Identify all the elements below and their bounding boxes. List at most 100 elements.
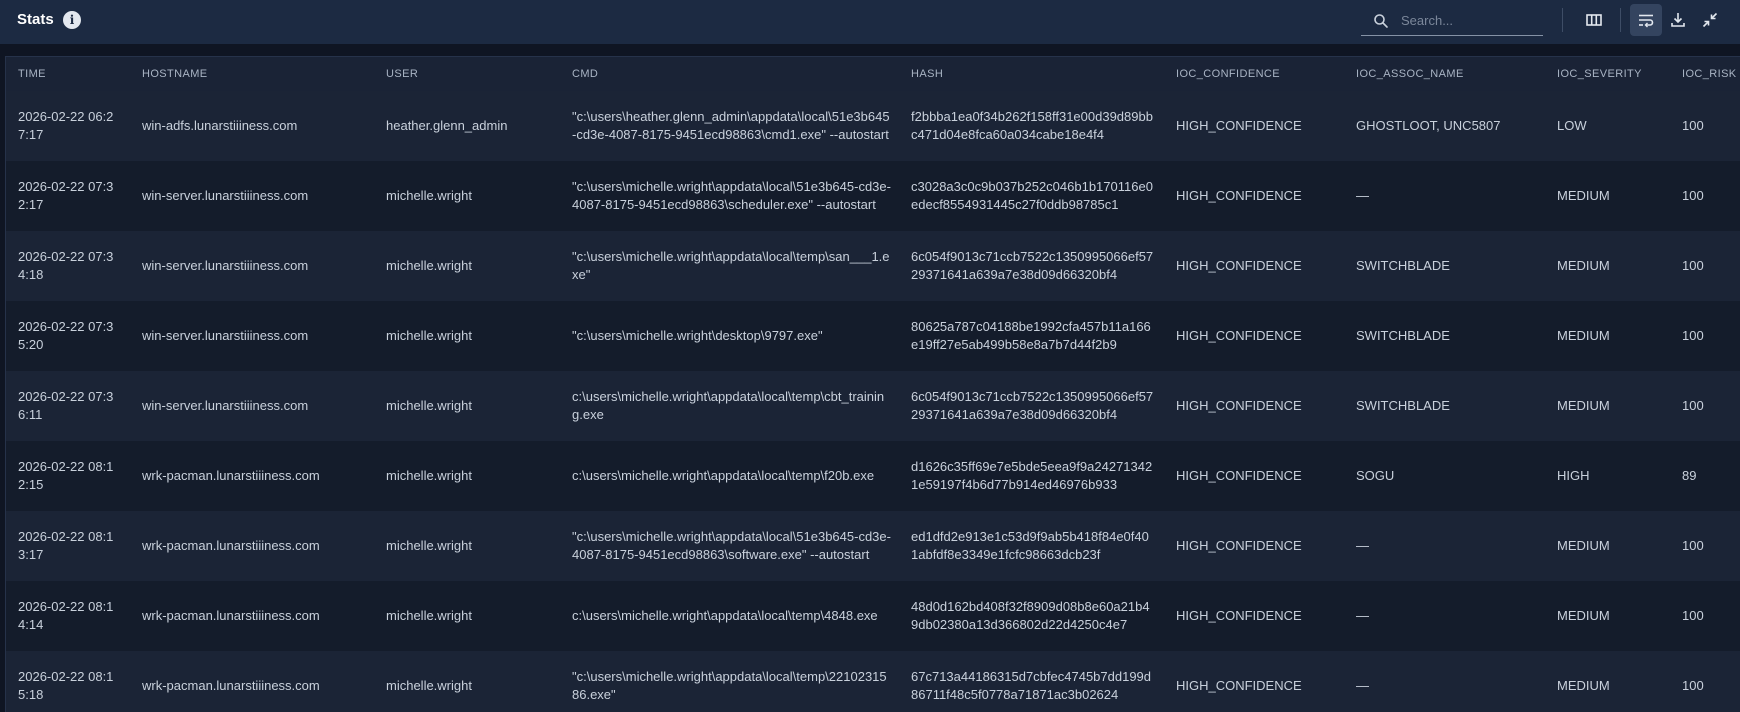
- column-header-hash[interactable]: HASH: [899, 57, 1164, 91]
- column-header-hostname[interactable]: HOSTNAME: [130, 57, 374, 91]
- cell-time: 2026-02-22 08:15:18: [18, 669, 114, 702]
- table-row[interactable]: 2026-02-22 07:32:17 win-server.lunarstiii…: [6, 161, 1740, 231]
- cell-ioc-severity: MEDIUM: [1557, 398, 1610, 413]
- cell-ioc-risk: 100: [1682, 538, 1704, 553]
- cell-hash: d1626c35ff69e7e5bde5eea9f9a242713421e591…: [911, 459, 1153, 492]
- column-header-cmd[interactable]: CMD: [560, 57, 899, 91]
- column-header-ioc-confidence[interactable]: IOC_CONFIDENCE: [1164, 57, 1344, 91]
- cell-cmd: "c:\users\michelle.wright\desktop\9797.e…: [572, 328, 823, 343]
- cell-user: michelle.wright: [386, 608, 472, 623]
- cell-user: heather.glenn_admin: [386, 118, 508, 133]
- cell-hostname: wrk-pacman.lunarstiiiness.com: [142, 608, 320, 623]
- cell-ioc-severity: LOW: [1557, 118, 1587, 133]
- cell-ioc-risk: 100: [1682, 118, 1704, 133]
- cell-user: michelle.wright: [386, 328, 472, 343]
- table-row[interactable]: 2026-02-22 08:15:18 wrk-pacman.lunarstiii…: [6, 651, 1740, 712]
- cell-ioc-assoc-name: SOGU: [1356, 468, 1395, 483]
- collapse-button[interactable]: [1694, 4, 1726, 36]
- cell-ioc-assoc-name: —: [1356, 608, 1369, 623]
- cell-time: 2026-02-22 08:12:15: [18, 459, 114, 492]
- columns-button[interactable]: [1578, 4, 1610, 36]
- cell-ioc-confidence: HIGH_CONFIDENCE: [1176, 538, 1302, 553]
- cell-hash: 6c054f9013c71ccb7522c1350995066ef5729371…: [911, 389, 1154, 422]
- cell-hostname: win-server.lunarstiiiness.com: [142, 398, 309, 413]
- cell-ioc-assoc-name: SWITCHBLADE: [1356, 328, 1450, 343]
- search-icon: [1374, 14, 1388, 28]
- cell-time: 2026-02-22 07:34:18: [18, 249, 114, 282]
- table-row[interactable]: 2026-02-22 08:13:17 wrk-pacman.lunarstiii…: [6, 511, 1740, 581]
- cell-hostname: wrk-pacman.lunarstiiiness.com: [142, 468, 320, 483]
- cell-hostname: win-server.lunarstiiiness.com: [142, 258, 309, 273]
- search-box[interactable]: [1361, 5, 1543, 36]
- table-row[interactable]: 2026-02-22 07:35:20 win-server.lunarstiii…: [6, 301, 1740, 371]
- cell-cmd: "c:\users\heather.glenn_admin\appdata\lo…: [572, 109, 890, 142]
- cell-hash: 67c713a44186315d7cbfec4745b7dd199d86711f…: [911, 669, 1152, 702]
- wrap-text-button[interactable]: [1630, 4, 1662, 36]
- cell-hostname: wrk-pacman.lunarstiiiness.com: [142, 538, 320, 553]
- cell-ioc-risk: 100: [1682, 608, 1704, 623]
- cell-ioc-risk: 100: [1682, 398, 1704, 413]
- cell-cmd: c:\users\michelle.wright\appdata\local\t…: [572, 389, 885, 422]
- cell-hostname: win-server.lunarstiiiness.com: [142, 328, 309, 343]
- stats-header: Stats i: [0, 0, 1740, 44]
- cell-hash: c3028a3c0c9b037b252c046b1b170116e0edecf8…: [911, 179, 1153, 212]
- cell-cmd: "c:\users\michelle.wright\appdata\local\…: [572, 529, 891, 562]
- cell-hash: f2bbba1ea0f34b262f158ff31e00d39d89bbc471…: [911, 109, 1153, 142]
- cell-cmd: c:\users\michelle.wright\appdata\local\t…: [572, 468, 875, 483]
- cell-user: michelle.wright: [386, 188, 472, 203]
- columns-icon: [1586, 14, 1602, 26]
- cell-user: michelle.wright: [386, 678, 472, 693]
- table-row[interactable]: 2026-02-22 07:34:18 win-server.lunarstiii…: [6, 231, 1740, 301]
- cell-ioc-assoc-name: —: [1356, 678, 1369, 693]
- cell-cmd: "c:\users\michelle.wright\appdata\local\…: [572, 179, 891, 212]
- table-header-row: TIME HOSTNAME USER CMD HASH IOC_CONFIDEN…: [6, 57, 1740, 91]
- cell-ioc-assoc-name: SWITCHBLADE: [1356, 398, 1450, 413]
- cell-time: 2026-02-22 08:14:14: [18, 599, 114, 632]
- cell-time: 2026-02-22 07:36:11: [18, 389, 114, 422]
- cell-hash: ed1dfd2e913e1c53d9f9ab5b418f84e0f401abfd…: [911, 529, 1149, 562]
- cell-ioc-severity: MEDIUM: [1557, 328, 1610, 343]
- info-icon[interactable]: i: [63, 11, 81, 29]
- cell-ioc-risk: 100: [1682, 258, 1704, 273]
- toolbar-divider: [1562, 8, 1563, 32]
- cell-ioc-risk: 100: [1682, 188, 1704, 203]
- download-icon: [1671, 13, 1685, 27]
- table-row[interactable]: 2026-02-22 07:36:11 win-server.lunarstiii…: [6, 371, 1740, 441]
- table-row[interactable]: 2026-02-22 08:12:15 wrk-pacman.lunarstiii…: [6, 441, 1740, 511]
- cell-ioc-assoc-name: SWITCHBLADE: [1356, 258, 1450, 273]
- table-row[interactable]: 2026-02-22 08:14:14 wrk-pacman.lunarstiii…: [6, 581, 1740, 651]
- stats-table: TIME HOSTNAME USER CMD HASH IOC_CONFIDEN…: [6, 57, 1740, 712]
- cell-ioc-confidence: HIGH_CONFIDENCE: [1176, 118, 1302, 133]
- stats-table-panel[interactable]: TIME HOSTNAME USER CMD HASH IOC_CONFIDEN…: [5, 56, 1740, 712]
- cell-user: michelle.wright: [386, 538, 472, 553]
- cell-ioc-risk: 100: [1682, 328, 1704, 343]
- collapse-icon: [1702, 12, 1718, 28]
- cell-ioc-risk: 100: [1682, 678, 1704, 693]
- column-header-ioc-assoc-name[interactable]: IOC_ASSOC_NAME: [1344, 57, 1545, 91]
- cell-cmd: "c:\users\michelle.wright\appdata\local\…: [572, 669, 887, 702]
- cell-ioc-confidence: HIGH_CONFIDENCE: [1176, 678, 1302, 693]
- table-row[interactable]: 2026-02-22 06:27:17 win-adfs.lunarstiiine…: [6, 91, 1740, 161]
- column-header-time[interactable]: TIME: [6, 57, 130, 91]
- cell-ioc-confidence: HIGH_CONFIDENCE: [1176, 468, 1302, 483]
- cell-cmd: c:\users\michelle.wright\appdata\local\t…: [572, 608, 878, 623]
- cell-time: 2026-02-22 06:27:17: [18, 109, 114, 142]
- column-header-user[interactable]: USER: [374, 57, 560, 91]
- search-input[interactable]: [1401, 10, 1536, 30]
- cell-ioc-severity: MEDIUM: [1557, 608, 1610, 623]
- cell-user: michelle.wright: [386, 398, 472, 413]
- cell-ioc-confidence: HIGH_CONFIDENCE: [1176, 328, 1302, 343]
- cell-time: 2026-02-22 07:35:20: [18, 319, 114, 352]
- cell-ioc-confidence: HIGH_CONFIDENCE: [1176, 258, 1302, 273]
- cell-ioc-assoc-name: GHOSTLOOT, UNC5807: [1356, 118, 1501, 133]
- column-header-ioc-risk[interactable]: IOC_RISK: [1670, 57, 1740, 91]
- cell-user: michelle.wright: [386, 468, 472, 483]
- cell-cmd: "c:\users\michelle.wright\appdata\local\…: [572, 249, 890, 282]
- cell-ioc-confidence: HIGH_CONFIDENCE: [1176, 398, 1302, 413]
- cell-ioc-confidence: HIGH_CONFIDENCE: [1176, 188, 1302, 203]
- cell-time: 2026-02-22 07:32:17: [18, 179, 114, 212]
- cell-hostname: win-server.lunarstiiiness.com: [142, 188, 309, 203]
- cell-hash: 80625a787c04188be1992cfa457b11a166e19ff2…: [911, 319, 1151, 352]
- download-button[interactable]: [1662, 4, 1694, 36]
- column-header-ioc-severity[interactable]: IOC_SEVERITY: [1545, 57, 1670, 91]
